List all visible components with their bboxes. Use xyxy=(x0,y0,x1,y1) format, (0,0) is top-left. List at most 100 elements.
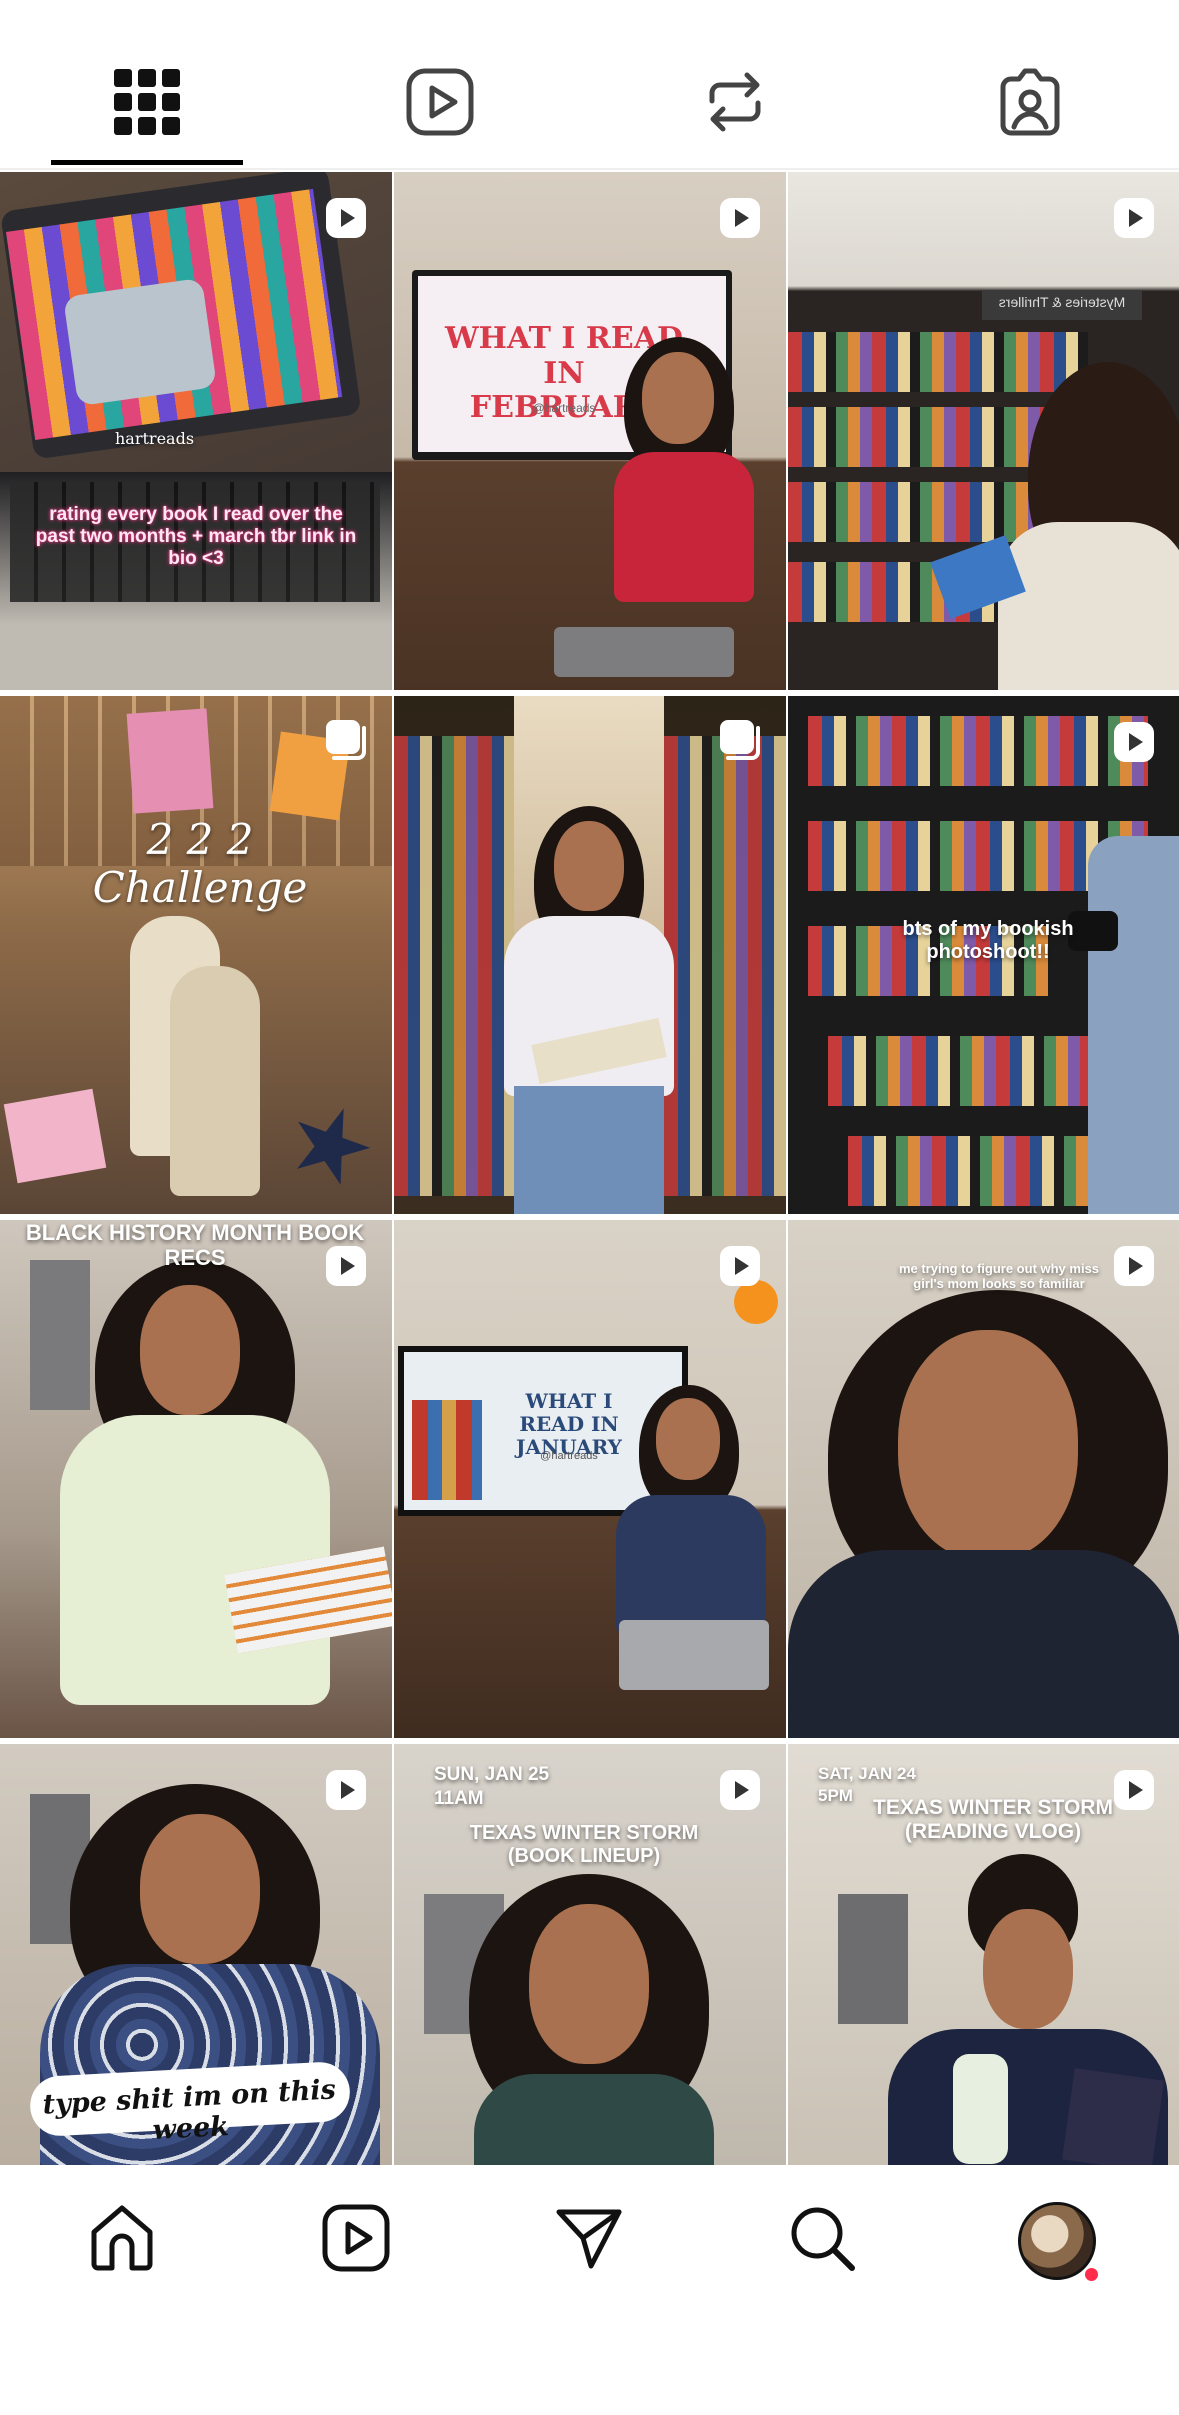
reel-badge xyxy=(718,196,762,240)
post-caption: me trying to figure out why miss girl's … xyxy=(898,1261,1100,1291)
grid-post-6[interactable]: bts of my bookish photoshoot!! xyxy=(788,696,1179,1214)
books-row xyxy=(788,332,1088,392)
notification-dot xyxy=(1083,2266,1100,2283)
tab-reels[interactable] xyxy=(400,62,480,142)
reel-badge xyxy=(324,196,368,240)
person-face xyxy=(642,352,714,444)
reel-badge xyxy=(1112,1244,1156,1288)
person-face xyxy=(656,1398,720,1480)
reel-badge xyxy=(1112,720,1156,764)
grid-post-12[interactable]: SAT, JAN 24 5PM TEXAS WINTER STORM (READ… xyxy=(788,1744,1179,2166)
carousel-badge xyxy=(718,718,764,764)
person-sweater xyxy=(998,522,1179,690)
books-row xyxy=(808,716,1148,786)
post-caption: TEXAS WINTER STORM (BOOK LINEUP) xyxy=(469,1822,699,1867)
shelf-sign-text: Mysteries & Thrillers xyxy=(998,294,1126,310)
reel-badge xyxy=(718,1768,762,1812)
tab-tagged[interactable] xyxy=(990,62,1070,142)
person-2 xyxy=(170,966,260,1196)
grid-post-8[interactable]: WHAT I READ IN JANUARY @hartreads xyxy=(394,1220,786,1738)
post-caption: TEXAS WINTER STORM (READING VLOG) xyxy=(873,1796,1113,1844)
reels-icon xyxy=(326,1770,366,1810)
water-bottle xyxy=(953,2054,1008,2164)
post-date: SAT, JAN 24 xyxy=(818,1764,916,1783)
reel-badge xyxy=(1112,1768,1156,1812)
tab-reposts[interactable] xyxy=(695,62,775,142)
nav-direct-messages[interactable] xyxy=(553,2202,625,2274)
sticker-book xyxy=(3,1088,107,1184)
repost-icon xyxy=(709,72,761,132)
carousel-icon xyxy=(326,720,366,760)
person-face xyxy=(983,1909,1073,2029)
person-hoodie xyxy=(788,1550,1179,1738)
reels-icon xyxy=(720,1770,760,1810)
grid-post-1[interactable]: hartreads rating every book I read over … xyxy=(0,172,392,690)
grid-post-9[interactable]: me trying to figure out why miss girl's … xyxy=(788,1220,1179,1738)
grid-post-3[interactable]: Mysteries & Thrillers xyxy=(788,172,1179,690)
laptop xyxy=(554,627,734,677)
person-shirt xyxy=(614,452,754,602)
carousel-icon xyxy=(720,720,760,760)
posts-grid: hartreads rating every book I read over … xyxy=(0,172,1179,2172)
active-tab-indicator xyxy=(51,160,243,165)
send-icon xyxy=(556,2209,622,2269)
books-row xyxy=(848,1136,1128,1206)
reels-icon xyxy=(1114,1246,1154,1286)
tv-title: WHAT I READ IN JANUARY xyxy=(516,1389,622,1459)
grid-post-10[interactable]: type shit im on this week xyxy=(0,1744,392,2166)
laptop xyxy=(619,1620,769,1690)
books-row xyxy=(788,407,1068,467)
right-shelf xyxy=(664,736,786,1196)
photographer xyxy=(1088,836,1179,1214)
tv-handle: @hartreads xyxy=(540,1450,598,1462)
person-face xyxy=(898,1330,1078,1560)
star-sticker xyxy=(279,1095,382,1198)
person-jeans xyxy=(514,1086,664,1214)
person-face xyxy=(140,1814,260,1964)
reels-icon xyxy=(326,198,366,238)
reel-badge xyxy=(324,1768,368,1812)
book xyxy=(1062,2068,1164,2166)
post-caption: rating every book I read over the past t… xyxy=(35,504,357,569)
person-face xyxy=(554,821,624,911)
reel-badge xyxy=(718,1244,762,1288)
fridge xyxy=(838,1894,908,2024)
grid-post-5[interactable] xyxy=(394,696,786,1214)
reels-icon xyxy=(1114,722,1154,762)
grid-post-7[interactable]: BLACK HISTORY MONTH BOOK RECS xyxy=(0,1220,392,1738)
bottom-navigation-bar xyxy=(0,2165,1179,2415)
nav-home[interactable] xyxy=(86,2202,158,2274)
home-icon xyxy=(91,2205,153,2271)
tab-posts-grid[interactable] xyxy=(107,62,187,142)
camera-image xyxy=(63,277,217,407)
person-shirt xyxy=(474,2074,714,2166)
person-face xyxy=(140,1285,240,1415)
person-face xyxy=(529,1904,649,2064)
sticker xyxy=(126,708,214,814)
nav-reels[interactable] xyxy=(320,2202,392,2274)
challenge-title: 2 2 2 Challenge xyxy=(92,815,308,913)
reels-icon xyxy=(1114,1770,1154,1810)
post-caption: BLACK HISTORY MONTH BOOK RECS xyxy=(25,1220,365,1271)
reels-icon xyxy=(1114,198,1154,238)
carousel-badge xyxy=(324,718,370,764)
reels-icon xyxy=(720,198,760,238)
reels-icon xyxy=(406,68,474,136)
left-shelf xyxy=(394,736,514,1196)
tagged-user-icon xyxy=(1000,68,1060,136)
houses-illustration xyxy=(412,1400,482,1500)
reels-icon xyxy=(322,2204,390,2272)
grid-post-2[interactable]: WHAT I READ IN FEBRUARY @hartreads xyxy=(394,172,786,690)
grid-post-4[interactable]: 2 2 2 Challenge xyxy=(0,696,392,1214)
person-shirt xyxy=(60,1415,330,1705)
divider xyxy=(0,168,1179,170)
watermark-text: hartreads xyxy=(115,429,195,448)
post-time: 11AM xyxy=(434,1788,484,1809)
tv-handle: @hartreads xyxy=(532,401,596,415)
nav-search[interactable] xyxy=(786,2202,858,2274)
search-icon xyxy=(791,2207,855,2271)
post-date: SUN, JAN 25 xyxy=(434,1764,550,1785)
grid-post-11[interactable]: SUN, JAN 25 11AM TEXAS WINTER STORM (BOO… xyxy=(394,1744,786,2166)
fridge xyxy=(30,1260,90,1410)
reels-icon xyxy=(326,1246,366,1286)
